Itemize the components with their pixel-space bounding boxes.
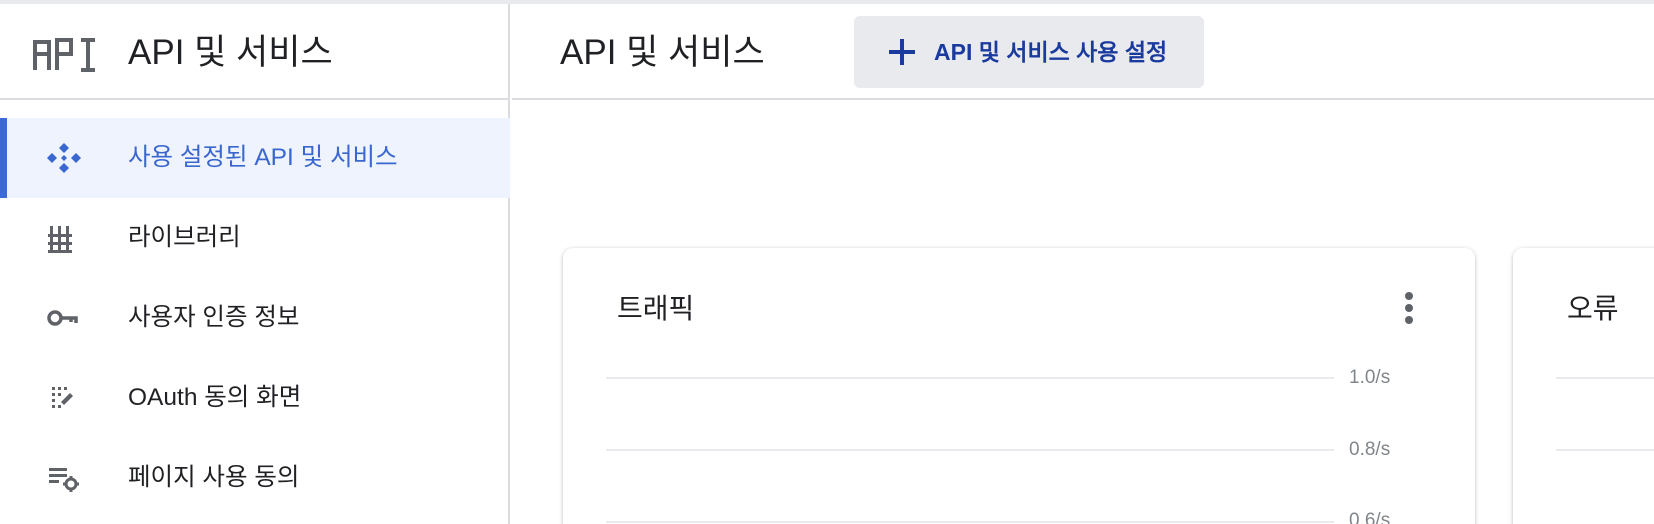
y-tick-label: 0.6/s [1349, 510, 1391, 524]
grid-line [606, 449, 1334, 451]
page-settings-icon [49, 468, 79, 492]
api-diamond-icon [47, 143, 81, 173]
errors-card-title: 오류 [1567, 293, 1619, 324]
enable-apis-button[interactable]: API 및 서비스 사용 설정 [854, 16, 1204, 88]
traffic-card-title: 트래픽 [617, 293, 695, 324]
library-icon [48, 226, 72, 253]
sidebar-item-credentials[interactable]: 사용자 인증 정보 [0, 278, 510, 358]
errors-card: 오류 [1513, 248, 1654, 524]
sidebar-item-label: OAuth 동의 화면 [128, 384, 302, 411]
grid-line [606, 521, 1334, 523]
sidebar-item-page-consent[interactable]: 페이지 사용 동의 [0, 438, 510, 518]
main-header: API 및 서비스 API 및 서비스 사용 설정 [512, 4, 1654, 100]
traffic-card: 트래픽 1.0/s 0.8/s 0.6/s [563, 248, 1475, 524]
page-title: API 및 서비스 [560, 33, 765, 72]
y-tick-label: 1.0/s [1349, 367, 1391, 388]
api-logo-icon [33, 38, 95, 72]
grid-line [1556, 377, 1654, 379]
sidebar: API 및 서비스 사용 설정된 API 및 서비스 라이브러리 사용자 인증 … [0, 4, 510, 524]
grid-line [606, 377, 1334, 379]
sidebar-item-label: 사용 설정된 API 및 서비스 [128, 144, 398, 171]
more-vert-icon[interactable] [1397, 292, 1421, 328]
sidebar-header: API 및 서비스 [0, 4, 508, 100]
sidebar-item-label: 페이지 사용 동의 [128, 464, 300, 491]
sidebar-item-enabled-apis[interactable]: 사용 설정된 API 및 서비스 [0, 118, 510, 198]
sidebar-item-label: 사용자 인증 정보 [128, 304, 300, 331]
sidebar-item-library[interactable]: 라이브러리 [0, 198, 510, 278]
grid-line [1556, 449, 1654, 451]
sidebar-item-oauth-consent[interactable]: OAuth 동의 화면 [0, 358, 510, 438]
oauth-consent-icon [52, 387, 73, 408]
enable-apis-button-label: API 및 서비스 사용 설정 [934, 39, 1168, 65]
sidebar-title: API 및 서비스 [128, 33, 333, 72]
key-icon [47, 310, 78, 326]
plus-icon [889, 39, 915, 65]
sidebar-nav: 사용 설정된 API 및 서비스 라이브러리 사용자 인증 정보 OAuth 동… [0, 118, 510, 518]
sidebar-item-label: 라이브러리 [128, 224, 241, 251]
y-tick-label: 0.8/s [1349, 439, 1391, 460]
